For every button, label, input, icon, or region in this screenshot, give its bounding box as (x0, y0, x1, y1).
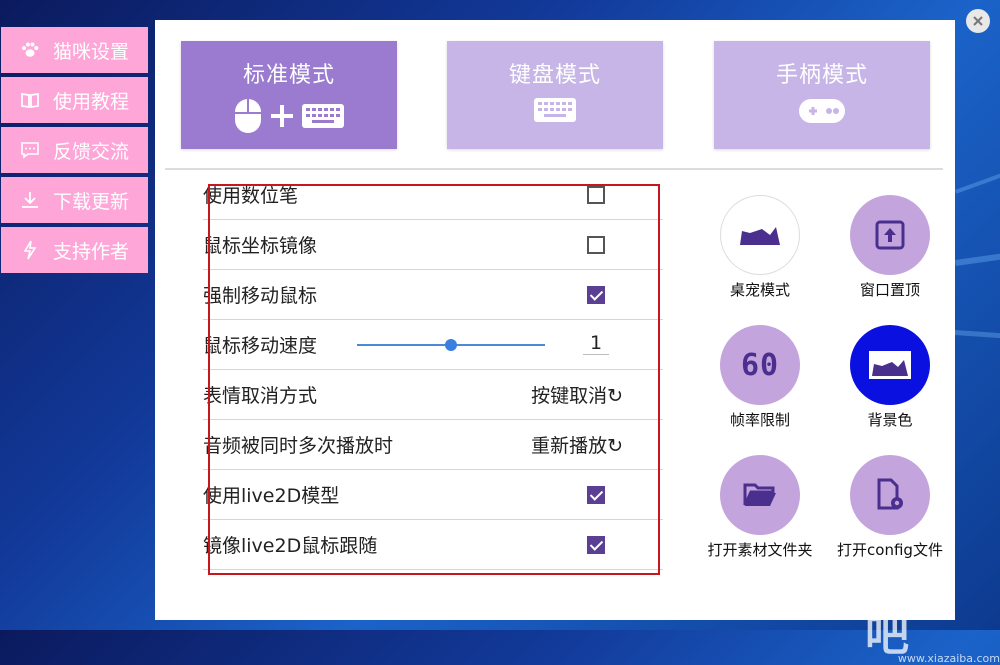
force-move-checkbox[interactable] (587, 285, 605, 304)
emote-cancel-toggle[interactable]: 按键取消↻ (531, 381, 623, 408)
watermark-logo: 下载吧 (865, 566, 957, 661)
mode-gamepad-button[interactable]: 手柄模式 (714, 41, 930, 149)
sidebar-item-label: 猫咪设置 (53, 40, 130, 63)
folder-open-icon (743, 483, 776, 506)
live2d-mirror-checkbox[interactable] (587, 535, 605, 554)
fps-limit-label: 帧率限制 (729, 411, 790, 429)
mouse-plus-keyboard-icon (181, 97, 397, 135)
speed-slider-thumb[interactable] (445, 339, 457, 351)
setting-label: 表情取消方式 (203, 385, 318, 407)
window-pin-top-button[interactable] (850, 195, 930, 275)
mode-label: 标准模式 (242, 63, 335, 88)
config-file-icon (877, 478, 903, 510)
audio-mode-toggle[interactable]: 重新播放↻ (531, 431, 623, 458)
emote-cancel-value: 按键取消 (531, 385, 608, 407)
mode-standard-button[interactable]: 标准模式 (181, 41, 397, 149)
desktop-light-ray (955, 251, 1000, 266)
sidebar-item-cat-settings[interactable]: 猫咪设置 (1, 27, 148, 73)
close-button[interactable] (966, 9, 990, 33)
desk-pet-mode-label: 桌宠模式 (729, 281, 790, 299)
window-pin-top-label: 窗口置顶 (859, 281, 920, 299)
sidebar-item-feedback[interactable]: 反馈交流 (1, 127, 148, 173)
setting-row-pen: 使用数位笔 (203, 170, 663, 220)
desktop-light-ray (955, 169, 1000, 194)
setting-label: 镜像live2D鼠标跟随 (203, 535, 378, 557)
setting-label: 鼠标移动速度 (203, 335, 318, 357)
setting-row-audio: 音频被同时多次播放时 重新播放↻ (203, 420, 663, 470)
desktop-light-ray (954, 330, 1000, 340)
setting-row-live2d: 使用live2D模型 (203, 470, 663, 520)
desk-pet-mode-button[interactable] (720, 195, 800, 275)
cycle-icon: ↻ (607, 435, 623, 457)
paw-icon (19, 39, 41, 61)
sidebar-item-download-update[interactable]: 下载更新 (1, 177, 148, 223)
chat-icon (19, 139, 41, 161)
lightning-icon (19, 239, 41, 261)
open-config-file-button[interactable] (850, 455, 930, 535)
desk-pet-icon (740, 227, 780, 245)
mode-label: 键盘模式 (508, 63, 601, 88)
pen-checkbox[interactable] (587, 185, 605, 204)
speed-value-input[interactable]: 1 (583, 332, 609, 355)
background-color-label: 背景色 (867, 411, 913, 429)
setting-label: 强制移动鼠标 (203, 285, 318, 307)
setting-label: 使用数位笔 (203, 185, 299, 207)
setting-row-emote-cancel: 表情取消方式 按键取消↻ (203, 370, 663, 420)
keyboard-icon (447, 97, 663, 123)
close-icon (973, 16, 983, 26)
cycle-icon: ↻ (607, 385, 623, 407)
sidebar-item-label: 使用教程 (53, 90, 130, 113)
mode-label: 手柄模式 (775, 63, 868, 88)
setting-row-speed: 鼠标移动速度 1 (203, 320, 663, 370)
background-color-icon (869, 351, 911, 379)
sidebar-item-label: 支持作者 (53, 240, 130, 263)
pin-top-icon (875, 220, 905, 250)
sidebar-item-label: 反馈交流 (53, 140, 130, 163)
background-color-button[interactable] (850, 325, 930, 405)
open-assets-folder-button[interactable] (720, 455, 800, 535)
live2d-checkbox[interactable] (587, 485, 605, 504)
download-icon (19, 189, 41, 211)
setting-row-force-move: 强制移动鼠标 (203, 270, 663, 320)
fps-60-icon: 60 (740, 347, 780, 383)
setting-label: 音频被同时多次播放时 (203, 435, 394, 457)
setting-row-mirror: 鼠标坐标镜像 (203, 220, 663, 270)
open-assets-folder-label: 打开素材文件夹 (707, 541, 813, 559)
gamepad-icon (714, 97, 930, 125)
fps-limit-button[interactable]: 60 (720, 325, 800, 405)
audio-mode-value: 重新播放 (531, 435, 608, 457)
sidebar-item-tutorial[interactable]: 使用教程 (1, 77, 148, 123)
setting-label: 使用live2D模型 (203, 485, 340, 507)
sidebar-item-label: 下载更新 (53, 190, 130, 213)
setting-row-live2d-mirror: 镜像live2D鼠标跟随 (203, 520, 663, 570)
watermark: 下载吧 www.xiazaiba.com (865, 570, 1000, 665)
book-icon (19, 89, 41, 111)
settings-panel: 标准模式 键盘模式 手柄模式 使用数位笔 鼠标坐标镜像 强制移动鼠标 鼠标移动速… (155, 20, 955, 620)
open-config-file-label: 打开config文件 (837, 541, 943, 559)
setting-label: 鼠标坐标镜像 (203, 235, 318, 257)
mirror-checkbox[interactable] (587, 235, 605, 254)
mode-keyboard-button[interactable]: 键盘模式 (447, 41, 663, 149)
sidebar-item-support-author[interactable]: 支持作者 (1, 227, 148, 273)
